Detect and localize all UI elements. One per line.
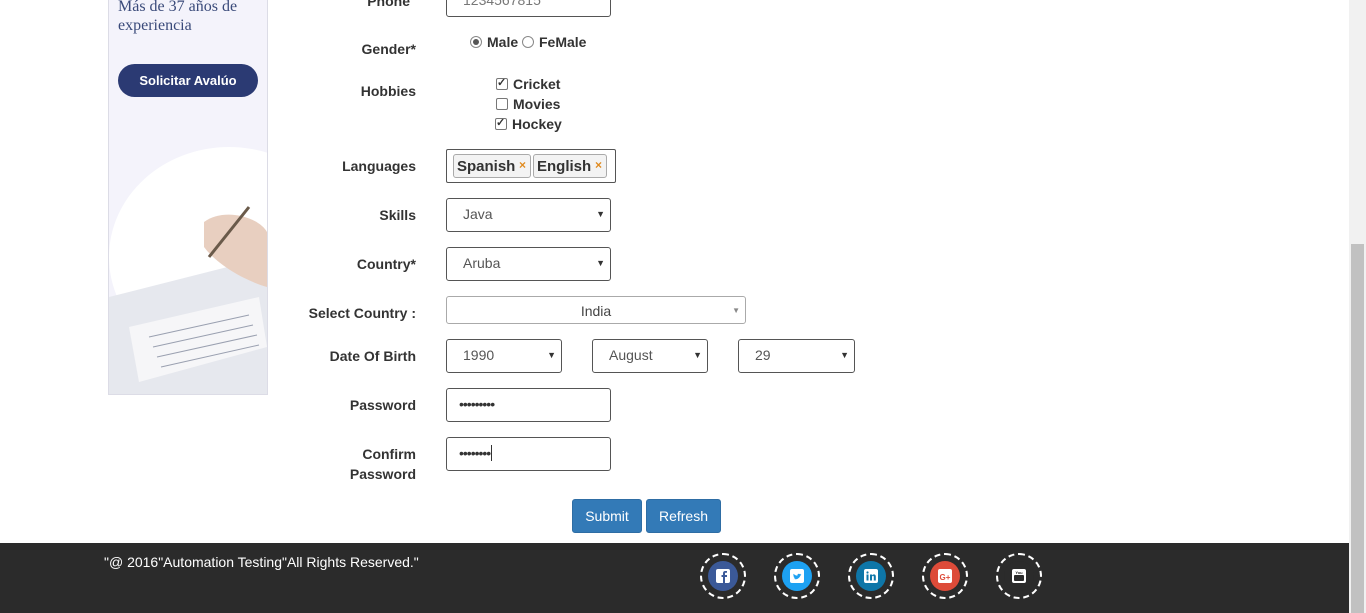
skills-label: Skills <box>379 207 416 223</box>
gender-male-label: Male <box>487 34 519 50</box>
svg-text:You: You <box>1015 570 1023 575</box>
country-select[interactable]: Aruba ▼ <box>446 247 611 281</box>
copyright-text: "@ 2016"Automation Testing"All Rights Re… <box>104 554 419 570</box>
linkedin-link[interactable] <box>848 553 894 599</box>
remove-tag-icon[interactable]: × <box>519 153 526 177</box>
select-country-value: India <box>580 303 612 319</box>
submit-button[interactable]: Submit <box>572 499 642 533</box>
hobby-cricket-checkbox[interactable] <box>496 76 508 90</box>
language-tag-text: Spanish <box>457 158 516 175</box>
language-tag-spanish: Spanish × <box>453 154 531 178</box>
linkedin-icon <box>856 561 886 591</box>
gender-male-radio[interactable] <box>470 36 482 48</box>
confirm-password-input[interactable]: •••••••• <box>446 437 611 471</box>
dob-year-select[interactable]: 1990 ▼ <box>446 339 562 373</box>
dropdown-arrow-icon: ▼ <box>840 350 849 360</box>
google-plus-icon: G+ <box>930 561 960 591</box>
svg-text:G+: G+ <box>940 573 951 582</box>
facebook-icon <box>708 561 738 591</box>
dob-day-value: 29 <box>755 347 771 363</box>
confirm-password-label-line1: Confirm <box>362 446 416 462</box>
youtube-icon: You <box>1004 561 1034 591</box>
dob-month-value: August <box>609 347 653 363</box>
confirm-password-label: Confirm Password <box>236 444 416 484</box>
google-plus-link[interactable]: G+ <box>922 553 968 599</box>
dropdown-arrow-icon: ▼ <box>596 209 605 219</box>
gender-female-label: FeMale <box>539 34 587 50</box>
confirm-password-value: •••••••• <box>459 445 491 461</box>
languages-multiselect[interactable]: Spanish × English × <box>446 149 616 183</box>
hobby-hockey-label: Hockey <box>512 116 562 132</box>
footer: "@ 2016"Automation Testing"All Rights Re… <box>0 543 1349 613</box>
remove-tag-icon[interactable]: × <box>595 153 602 177</box>
twitter-link[interactable] <box>774 553 820 599</box>
scrollbar-thumb[interactable] <box>1351 244 1364 613</box>
skills-select[interactable]: Java ▼ <box>446 198 611 232</box>
gender-label: Gender* <box>361 41 416 57</box>
hobbies-label: Hobbies <box>360 83 416 99</box>
confirm-password-label-line2: Password <box>349 466 416 482</box>
dropdown-arrow-icon: ▼ <box>547 350 556 360</box>
facebook-link[interactable] <box>700 553 746 599</box>
gender-female-radio[interactable] <box>522 36 534 48</box>
select-country-combobox[interactable]: India ▼ <box>446 296 746 324</box>
dob-label: Date Of Birth <box>329 348 416 364</box>
ad-banner[interactable]: Más de 37 años de experiencia Solicitar … <box>108 0 268 395</box>
hobby-hockey-checkbox[interactable] <box>495 116 507 130</box>
refresh-button[interactable]: Refresh <box>646 499 721 533</box>
phone-input[interactable]: 1234567815 <box>446 0 611 17</box>
select-country-label: Select Country : <box>308 305 416 321</box>
dropdown-arrow-icon: ▼ <box>732 306 740 315</box>
dob-month-select[interactable]: August ▼ <box>592 339 708 373</box>
skills-value: Java <box>463 206 493 222</box>
dob-year-value: 1990 <box>463 347 495 363</box>
twitter-icon <box>782 561 812 591</box>
language-tag-english: English × <box>533 154 607 178</box>
password-input[interactable]: ••••••••• <box>446 388 611 422</box>
country-value: Aruba <box>463 255 501 271</box>
languages-label: Languages <box>342 158 416 174</box>
dob-day-select[interactable]: 29 ▼ <box>738 339 855 373</box>
text-cursor <box>491 445 493 461</box>
dropdown-arrow-icon: ▼ <box>693 350 702 360</box>
dropdown-arrow-icon: ▼ <box>596 258 605 268</box>
password-label: Password <box>349 397 416 413</box>
hobby-movies-label: Movies <box>513 96 561 112</box>
hobby-cricket-label: Cricket <box>513 76 561 92</box>
youtube-link[interactable]: You <box>996 553 1042 599</box>
country-label: Country* <box>356 256 416 272</box>
language-tag-text: English <box>537 158 592 175</box>
phone-label: Phone <box>367 0 410 9</box>
hobby-movies-checkbox[interactable] <box>496 98 508 110</box>
